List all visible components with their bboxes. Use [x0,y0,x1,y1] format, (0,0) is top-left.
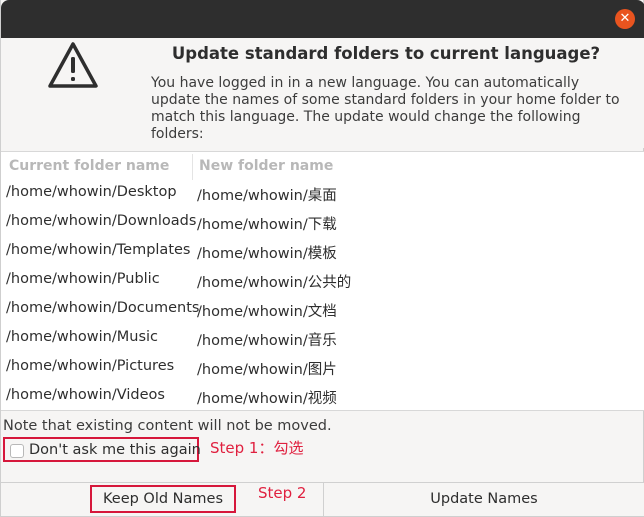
title-bar[interactable]: ✕ [1,0,644,38]
column-header-current[interactable]: Current folder name [9,158,169,174]
current-folder-cell: /home/whowin/Desktop [6,184,177,200]
new-folder-cell: /home/whowin/文档 [197,304,337,320]
dont-ask-again-checkbox[interactable]: Don't ask me this again [3,437,201,462]
new-folder-cell: /home/whowin/图片 [197,362,337,378]
update-names-button[interactable]: Update Names [324,483,644,515]
dialog-window: ✕ Update standard folders to current lan… [0,0,644,517]
table-row[interactable]: /home/whowin/Music /home/whowin/音乐 [1,325,644,354]
new-folder-cell: /home/whowin/公共的 [197,275,352,291]
table-row[interactable]: /home/whowin/Pictures /home/whowin/图片 [1,354,644,383]
new-folder-cell: /home/whowin/视频 [197,391,337,407]
note-text: Note that existing content will not be m… [3,418,332,434]
table-row[interactable]: /home/whowin/Public /home/whowin/公共的 [1,267,644,296]
table-row[interactable]: /home/whowin/Templates /home/whowin/模板 [1,238,644,267]
new-folder-cell: /home/whowin/下载 [197,217,337,233]
new-folder-cell: /home/whowin/音乐 [197,333,337,349]
new-folder-cell: /home/whowin/模板 [197,246,337,262]
column-header-new[interactable]: New folder name [199,158,333,174]
warning-triangle-icon [48,42,98,88]
new-folder-cell: /home/whowin/桌面 [197,188,337,204]
keep-old-names-button[interactable]: Keep Old Names [90,485,236,513]
table-row[interactable]: /home/whowin/Desktop /home/whowin/桌面 [1,180,644,209]
column-separator [192,154,193,180]
current-folder-cell: /home/whowin/Pictures [6,358,175,374]
step1-annotation: Step 1：勾选 [210,439,304,457]
step2-annotation: Step 2 [258,484,307,502]
close-icon[interactable]: ✕ [615,9,635,29]
folder-table: Current folder name New folder name /hom… [1,151,644,411]
table-row[interactable]: /home/whowin/Documents /home/whowin/文档 [1,296,644,325]
current-folder-cell: /home/whowin/Downloads [6,213,197,229]
table-row[interactable]: /home/whowin/Downloads /home/whowin/下载 [1,209,644,238]
table-row[interactable]: /home/whowin/Videos /home/whowin/视频 [1,383,644,412]
checkbox-box[interactable] [10,444,24,458]
current-folder-cell: /home/whowin/Documents [6,300,200,316]
dialog-description: You have logged in in a new language. Yo… [151,75,620,142]
current-folder-cell: /home/whowin/Videos [6,387,165,403]
current-folder-cell: /home/whowin/Templates [6,242,191,258]
dialog-title: Update standard folders to current langu… [171,44,601,63]
current-folder-cell: /home/whowin/Public [6,271,160,287]
checkbox-label[interactable]: Don't ask me this again [29,442,201,458]
current-folder-cell: /home/whowin/Music [6,329,159,345]
